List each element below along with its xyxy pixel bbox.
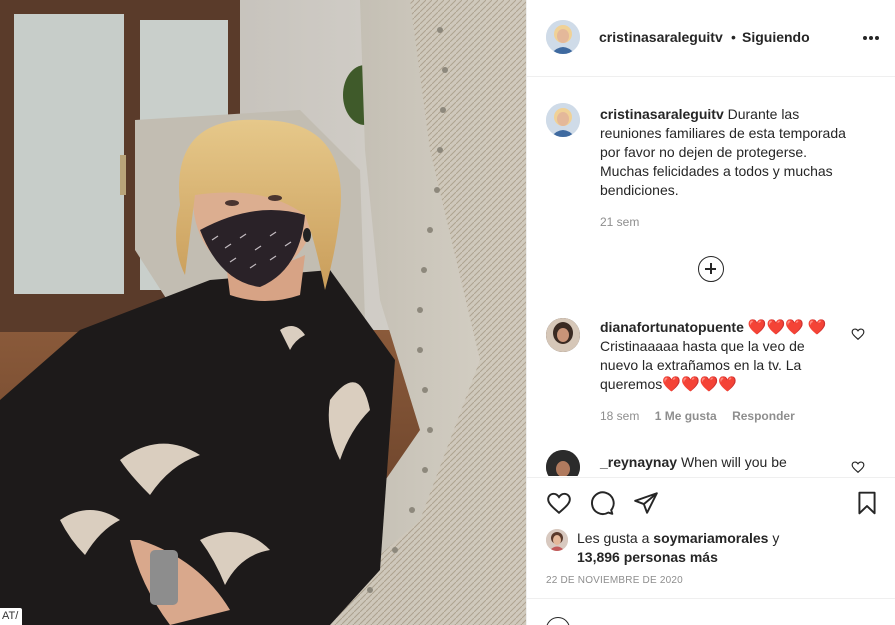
comment-icon[interactable] [589,490,615,516]
bookmark-icon[interactable] [854,490,880,516]
heart-emoji: ❤️ [807,319,827,336]
comment-body: When will you be [680,454,787,470]
comment-timestamp[interactable]: 18 sem [600,409,639,423]
add-comment-bar[interactable] [527,598,895,625]
author-username[interactable]: cristinasaraleguitv [599,29,723,45]
likes-summary: Les gusta a soymariamorales y 13,896 per… [577,529,877,567]
comment-heart-icon[interactable] [851,327,865,341]
liker-username[interactable]: soymariamorales [653,530,768,546]
reply-button[interactable]: Responder [732,409,795,423]
heart-icon[interactable] [546,490,572,516]
commenter-avatar[interactable] [546,318,580,352]
likes-joiner: y [772,530,780,546]
comments-list[interactable]: cristinasaraleguitv Durante las reunione… [527,78,895,476]
post-photo[interactable]: AT/ [0,0,526,625]
share-icon[interactable] [633,490,659,516]
post-image-illustration [0,0,526,625]
comment-text: dianafortunatopuente ❤️❤️❤️ ❤️Cristinaaa… [600,318,840,394]
caption-author-avatar[interactable] [546,103,580,137]
comment-heart-icon[interactable] [851,460,865,474]
comment-likes-count[interactable]: 1 Me gusta [655,409,717,423]
comment-text: _reynaynay When will you be [600,453,840,472]
heart-emoji-group: ❤️❤️❤️ [747,319,804,336]
heart-emoji-group: ❤️❤️❤️❤️ [662,376,737,393]
emoji-icon[interactable] [546,617,570,625]
post-side-panel: cristinasaraleguitv • Siguiendo cristina… [526,0,895,625]
separator-dot: • [731,29,736,45]
caption-username[interactable]: cristinasaraleguitv [600,106,724,122]
commenter-avatar[interactable] [546,450,580,476]
plus-circle-icon[interactable] [698,256,724,282]
caption-timestamp[interactable]: 21 sem [600,215,639,229]
author-avatar[interactable] [546,20,580,54]
liker-avatar[interactable] [546,529,568,551]
following-button[interactable]: Siguiendo [742,29,810,45]
post-actions: Les gusta a soymariamorales y 13,896 per… [527,477,895,625]
post-header: cristinasaraleguitv • Siguiendo [527,0,895,77]
post-date[interactable]: 22 DE NOVIEMBRE DE 2020 [546,575,683,586]
commenter-username[interactable]: _reynaynay [600,454,677,470]
likes-count-link[interactable]: 13,896 personas más [577,549,718,565]
comment-meta: 18 sem 1 Me gusta Responder [600,409,807,423]
commenter-username[interactable]: dianafortunatopuente [600,319,744,335]
photo-credit-text: AT/ [0,608,23,625]
more-options-icon[interactable] [861,29,881,45]
likes-prefix: Les gusta a [577,530,650,546]
post-caption: cristinasaraleguitv Durante las reunione… [600,105,850,200]
